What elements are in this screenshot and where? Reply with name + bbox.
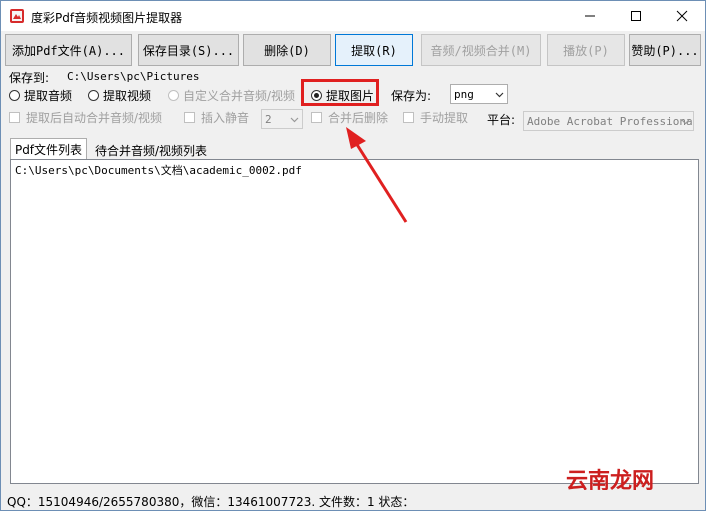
- maximize-icon: [631, 11, 641, 21]
- extract-button[interactable]: 提取(R): [335, 34, 413, 66]
- extract-video-label: 提取视频: [103, 89, 152, 103]
- app-logo-icon: [9, 8, 25, 24]
- chevron-down-icon: [681, 119, 690, 125]
- checkbox-icon: [9, 112, 20, 123]
- checkbox-icon: [403, 112, 414, 123]
- radio-icon: [88, 90, 99, 101]
- tab-pdf-file-list[interactable]: Pdf文件列表: [10, 138, 87, 160]
- save-format-value: png: [454, 87, 474, 101]
- save-directory-button[interactable]: 保存目录(S)...: [138, 34, 239, 66]
- extract-video-radio[interactable]: 提取视频: [88, 87, 151, 104]
- platform-value: Adobe Acrobat Professional: [527, 114, 694, 128]
- custom-merge-label: 自定义合并音频/视频: [183, 89, 296, 103]
- chevron-down-icon: [495, 92, 504, 98]
- radio-icon: [168, 90, 179, 101]
- maximize-button[interactable]: [613, 1, 659, 31]
- save-to-path: C:\Users\pc\Pictures: [67, 70, 200, 83]
- checkbox-icon: [311, 112, 322, 123]
- status-bar: QQ：15104946/2655780380，微信：13461007723. 文…: [1, 490, 705, 510]
- save-to-label: 保存到:: [9, 71, 50, 85]
- extract-audio-label: 提取音频: [24, 89, 73, 103]
- delete-button[interactable]: 删除(D): [243, 34, 331, 66]
- tab-merge-list[interactable]: 待合并音频/视频列表: [89, 140, 213, 160]
- status-text: QQ：15104946/2655780380，微信：13461007723. 文…: [7, 495, 415, 509]
- delete-after-merge-checkbox[interactable]: 合并后删除: [311, 109, 388, 126]
- auto-merge-checkbox[interactable]: 提取后自动合并音频/视频: [9, 109, 162, 126]
- silence-duration-value: 2: [265, 112, 272, 126]
- custom-merge-radio[interactable]: 自定义合并音频/视频: [168, 87, 295, 104]
- checkbox-icon: [184, 112, 195, 123]
- chevron-down-icon: [290, 117, 299, 123]
- delete-after-merge-label: 合并后删除: [328, 111, 389, 125]
- insert-silence-label: 插入静音: [201, 111, 250, 125]
- save-as-label: 保存为:: [391, 89, 432, 103]
- close-button[interactable]: [659, 1, 705, 31]
- radio-icon: [9, 90, 20, 101]
- merge-audio-video-button[interactable]: 音频/视频合并(M): [421, 34, 541, 66]
- minimize-icon: [585, 15, 595, 17]
- add-pdf-button[interactable]: 添加Pdf文件(A)...: [5, 34, 132, 66]
- donate-button[interactable]: 赞助(P)...: [629, 34, 701, 66]
- save-format-select[interactable]: png: [450, 84, 508, 104]
- manual-extract-label: 手动提取: [420, 111, 469, 125]
- title-bar: 度彩Pdf音频视频图片提取器: [1, 1, 705, 31]
- platform-label: 平台:: [487, 113, 516, 127]
- insert-silence-checkbox[interactable]: 插入静音: [184, 109, 249, 126]
- list-item[interactable]: C:\Users\pc\Documents\文档\academic_0002.p…: [15, 162, 302, 178]
- play-button[interactable]: 播放(P): [547, 34, 625, 66]
- window-title: 度彩Pdf音频视频图片提取器: [31, 11, 183, 25]
- highlight-box: [301, 79, 379, 106]
- platform-select[interactable]: Adobe Acrobat Professional: [523, 111, 694, 131]
- silence-duration-select[interactable]: 2: [261, 109, 303, 129]
- app-window: 度彩Pdf音频视频图片提取器 添加Pdf文件(A)... 保存目录(S)... …: [0, 0, 706, 511]
- close-icon: [676, 10, 688, 22]
- file-listbox[interactable]: C:\Users\pc\Documents\文档\academic_0002.p…: [10, 159, 699, 484]
- manual-extract-checkbox[interactable]: 手动提取: [403, 109, 468, 126]
- extract-audio-radio[interactable]: 提取音频: [9, 87, 72, 104]
- auto-merge-label: 提取后自动合并音频/视频: [26, 111, 163, 125]
- minimize-button[interactable]: [567, 1, 613, 31]
